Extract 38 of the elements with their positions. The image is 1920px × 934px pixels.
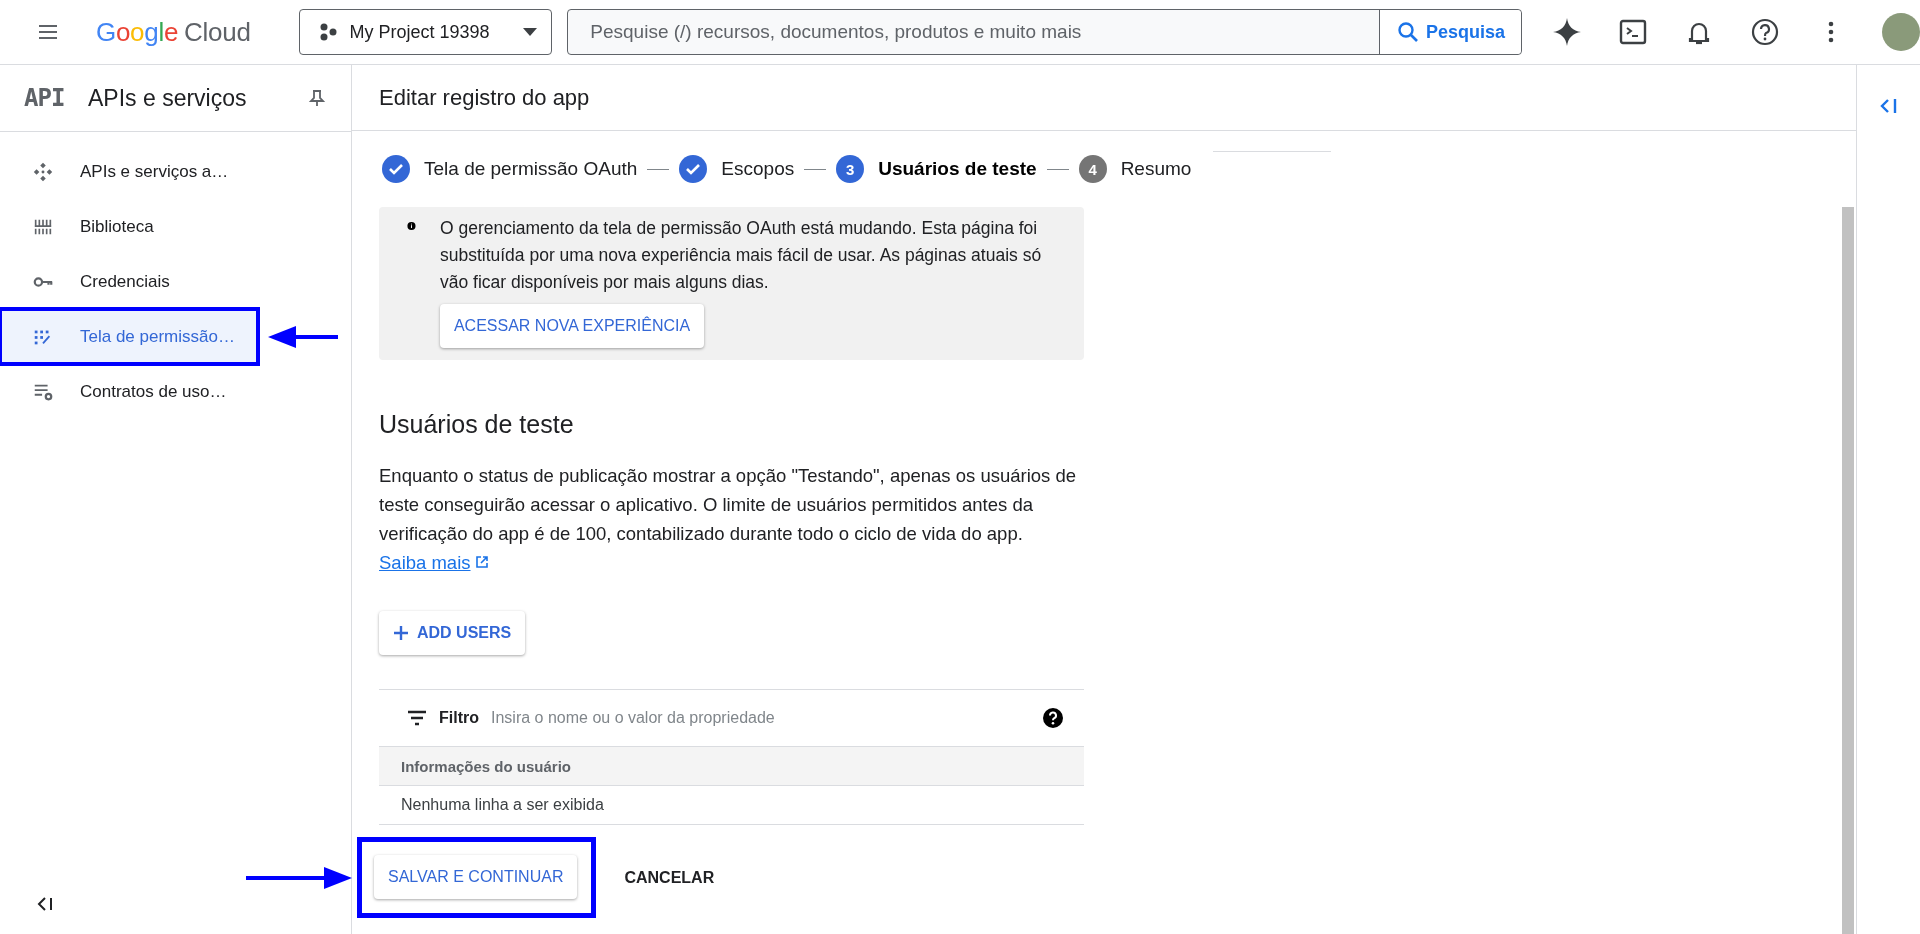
section-heading: Usuários de teste — [379, 410, 575, 439]
step-number: 4 — [1078, 155, 1107, 183]
sidebar-item[interactable]: Biblioteca — [0, 199, 258, 254]
search-icon — [1395, 20, 1420, 44]
google-cloud-logo[interactable]: Google Cloud — [96, 16, 251, 48]
section-title: APIs e serviços — [88, 84, 248, 112]
help-icon — [1042, 707, 1064, 729]
column-header: Informações do usuário — [379, 746, 1084, 786]
stepper-step[interactable]: Escopos — [679, 155, 795, 183]
external-link-icon — [474, 555, 489, 569]
learn-more-link[interactable]: Saiba mais — [379, 552, 489, 573]
notice-text: O gerenciamento da tela de permissão OAuth está mudando. Esta página foi substituída por uma nova experiência mais fácil de usar. As páginas atuais só vão ficar disponíveis por mais alguns dias. — [439, 217, 1043, 294]
stepper-step[interactable]: 4 Resumo — [1078, 155, 1192, 183]
filter-label: Filtro — [439, 709, 479, 727]
stepper-step[interactable]: Tela de permissão OAuth — [382, 155, 638, 183]
avatar[interactable] — [1882, 13, 1920, 51]
sidebar-item[interactable]: APIs e serviços a… — [0, 144, 258, 199]
annotation-arrow — [268, 324, 338, 349]
search-button[interactable]: Pesquisa — [1378, 10, 1521, 54]
stepper-step[interactable]: 3 Usuários de teste — [836, 155, 1037, 183]
search-field[interactable]: Pesquise (/) recursos, documentos, produtos e muito mais Pesquisa — [567, 9, 1522, 55]
empty-table-message: Nenhuma linha a ser exibida — [379, 786, 1084, 825]
caret-icon — [523, 28, 538, 36]
page-title: Editar registro do app — [352, 65, 1856, 131]
add-users-button[interactable]: ADD USERS — [379, 611, 526, 655]
description-text: Enquanto o status de publicação mostrar a opção "Testando", apenas os usuários de teste conseguirão acessar o aplicativo. O limite de usuários permitidos antes da verificação do app é de 100, contabilizado durante todo o ciclo de vida do app. Saiba mais — [379, 464, 1078, 575]
api-logo: API — [24, 84, 66, 112]
project-picker[interactable]: My Project 19398 — [298, 9, 553, 55]
diamond-dots-icon — [32, 160, 54, 183]
save-continue-button[interactable]: SALVAR E CONTINUAR — [374, 855, 578, 899]
cancel-button[interactable]: CANCELAR — [610, 855, 729, 900]
new-experience-button[interactable]: ACESSAR NOVA EXPERIÊNCIA — [439, 304, 705, 348]
sidebar-item[interactable]: Contratos de uso… — [0, 364, 258, 419]
sidebar-item[interactable]: Credenciais — [0, 254, 258, 309]
plus-icon — [393, 625, 409, 641]
collapse-icon[interactable] — [36, 896, 54, 912]
pin-icon — [307, 88, 327, 108]
step-number: 3 — [836, 155, 865, 183]
